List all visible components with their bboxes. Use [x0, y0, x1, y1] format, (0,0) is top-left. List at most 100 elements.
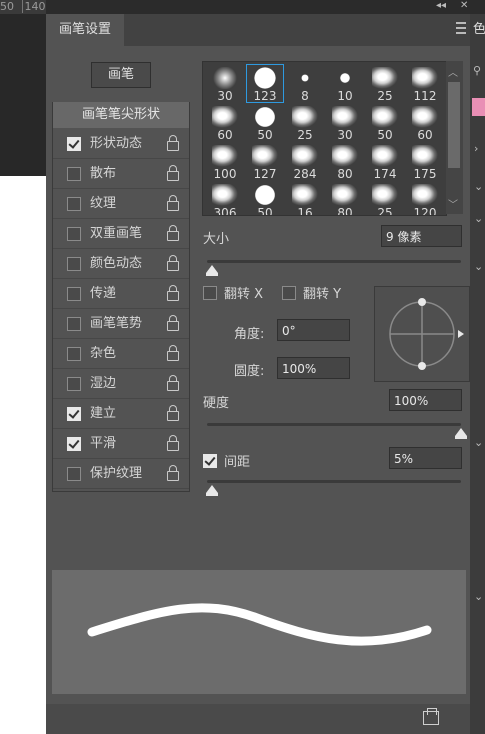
lock-icon[interactable] [167, 225, 179, 241]
lock-icon[interactable] [167, 165, 179, 181]
brush-tip-cell[interactable]: 112 [406, 64, 444, 103]
brush-tip-cell[interactable]: 100 [206, 142, 244, 181]
chevron-down-icon[interactable]: ⌄ [474, 590, 483, 603]
brush-tip-cell[interactable]: 50 [246, 103, 284, 142]
brush-tip-cell[interactable]: 60 [206, 103, 244, 142]
option-checkbox[interactable] [67, 167, 81, 181]
chevron-right-icon[interactable]: › [474, 142, 478, 155]
brush-option-item[interactable]: 画笔笔势 [53, 309, 189, 339]
option-checkbox[interactable] [67, 137, 81, 151]
collapse-panel-icon[interactable]: ◂◂ [436, 0, 446, 12]
brush-tip-cell[interactable]: 120 [406, 181, 444, 215]
stroke-preview-icon [87, 603, 432, 646]
flip-y-checkbox[interactable] [282, 286, 296, 300]
brush-option-item[interactable]: 颜色动态 [53, 249, 189, 279]
brushes-button[interactable]: 画笔 [91, 62, 151, 88]
brush-tip-cell[interactable]: 10 [326, 64, 364, 103]
size-field[interactable]: 9 像素 [381, 225, 462, 247]
brush-tip-shape-icon [292, 106, 318, 128]
lock-icon[interactable] [167, 195, 179, 211]
brush-option-item[interactable]: 纹理 [53, 189, 189, 219]
lock-icon[interactable] [167, 375, 179, 391]
brush-tip-grid[interactable]: 30 123 8 10 25 112 60 50 25 30 50 60 100 127 284 80 174 1… [202, 61, 447, 216]
option-checkbox[interactable] [67, 257, 81, 271]
lock-icon[interactable] [167, 405, 179, 421]
brush-option-item[interactable]: 双重画笔 [53, 219, 189, 249]
option-checkbox[interactable] [67, 317, 81, 331]
option-label: 平滑 [90, 436, 117, 451]
lock-icon[interactable] [167, 345, 179, 361]
angle-roundness-widget[interactable] [374, 286, 470, 382]
option-checkbox[interactable] [67, 407, 81, 421]
lock-icon[interactable] [167, 135, 179, 151]
chevron-down-icon[interactable]: ⌄ [474, 436, 483, 449]
spacing-checkbox[interactable] [203, 454, 217, 468]
brush-option-item[interactable]: 平滑 [53, 429, 189, 459]
chevron-down-icon[interactable]: ⌄ [474, 212, 483, 225]
brush-tip-cell[interactable]: 175 [406, 142, 444, 181]
brush-tip-cell[interactable]: 60 [406, 103, 444, 142]
hardness-slider-track[interactable] [207, 423, 461, 426]
brush-tip-cell[interactable]: 16 [286, 181, 324, 215]
spacing-slider-handle[interactable] [206, 485, 219, 496]
option-checkbox[interactable] [67, 467, 81, 481]
brush-tip-cell[interactable]: 25 [366, 64, 404, 103]
close-panel-icon[interactable]: ✕ [460, 0, 468, 12]
search-icon[interactable]: ⚲ [473, 64, 481, 77]
brush-tip-cell[interactable]: 174 [366, 142, 404, 181]
brush-tip-cell[interactable]: 30 [206, 64, 244, 103]
new-brush-preset-icon[interactable] [423, 708, 439, 725]
lock-icon[interactable] [167, 435, 179, 451]
brush-tip-cell[interactable]: 8 [286, 64, 324, 103]
scroll-down-icon[interactable]: ﹀ [448, 196, 458, 211]
lock-icon[interactable] [167, 465, 179, 481]
size-slider-handle[interactable] [206, 265, 219, 276]
flip-x-checkbox[interactable] [203, 286, 217, 300]
brush-tip-cell[interactable]: 50 [246, 181, 284, 215]
option-checkbox[interactable] [67, 377, 81, 391]
brush-tip-cell[interactable]: 50 [366, 103, 404, 142]
chevron-down-icon[interactable]: ⌄ [474, 260, 483, 273]
scroll-up-icon[interactable]: ︿ [448, 64, 458, 79]
hardness-field[interactable]: 100% [389, 389, 462, 411]
brush-option-item[interactable]: 形状动态 [53, 129, 189, 159]
brush-tip-cell[interactable]: 306 [206, 181, 244, 215]
brush-size-label: 25 [297, 128, 313, 142]
spacing-slider-track[interactable] [207, 480, 461, 483]
brush-tip-cell[interactable]: 284 [286, 142, 324, 181]
angle-circle-icon[interactable] [375, 287, 469, 381]
brush-grid-scroll-thumb[interactable] [448, 82, 460, 168]
brush-tip-cell[interactable]: 123 [246, 64, 284, 103]
brush-tip-cell[interactable]: 25 [286, 103, 324, 142]
brush-option-item[interactable]: 湿边 [53, 369, 189, 399]
brush-tip-shape-item[interactable]: 画笔笔尖形状 [53, 102, 189, 128]
angle-field[interactable]: 0° [277, 319, 350, 341]
brush-option-item[interactable]: 保护纹理 [53, 459, 189, 489]
option-checkbox[interactable] [67, 227, 81, 241]
option-checkbox[interactable] [67, 437, 81, 451]
brush-option-item[interactable]: 传递 [53, 279, 189, 309]
lock-icon[interactable] [167, 285, 179, 301]
brush-option-item[interactable]: 杂色 [53, 339, 189, 369]
roundness-field[interactable]: 100% [277, 357, 350, 379]
lock-icon[interactable] [167, 315, 179, 331]
spacing-field[interactable]: 5% [389, 447, 462, 469]
brush-tip-cell[interactable]: 80 [326, 142, 364, 181]
tab-brush-settings[interactable]: 画笔设置 [46, 14, 124, 46]
brush-option-item[interactable]: 建立 [53, 399, 189, 429]
option-checkbox[interactable] [67, 287, 81, 301]
option-checkbox[interactable] [67, 347, 81, 361]
size-slider-track[interactable] [207, 260, 461, 263]
color-swatch[interactable] [472, 98, 485, 116]
brush-tip-cell[interactable]: 127 [246, 142, 284, 181]
option-checkbox[interactable] [67, 197, 81, 211]
hardness-slider-handle[interactable] [455, 428, 467, 439]
brush-tip-cell[interactable]: 30 [326, 103, 364, 142]
brush-size-label: 174 [373, 167, 397, 181]
chevron-down-icon[interactable]: ⌄ [474, 180, 483, 193]
brush-tip-cell[interactable]: 80 [326, 181, 364, 215]
brush-option-item[interactable]: 散布 [53, 159, 189, 189]
brush-tip-cell[interactable]: 25 [366, 181, 404, 215]
panel-menu-icon[interactable] [456, 22, 466, 34]
lock-icon[interactable] [167, 255, 179, 271]
